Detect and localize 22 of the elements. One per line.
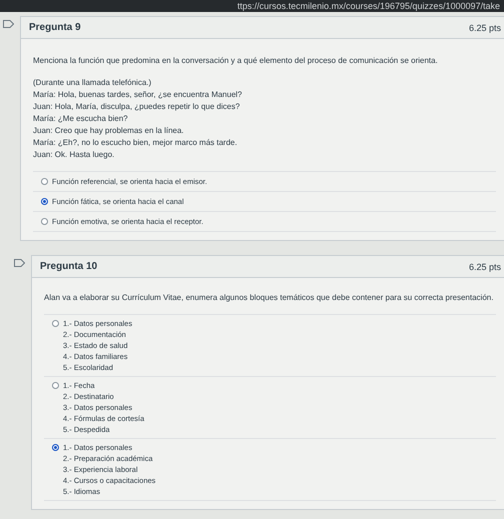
radio-button[interactable] [52, 320, 59, 327]
question-text: Juan: Hola, María, disculpa, ¿puedes repetir lo que dices? [33, 101, 241, 113]
question-text: María: Hola, buenas tardes, señor, ¿se encuentra Manuel? [33, 89, 244, 101]
question-title: Pregunta 10 [40, 261, 98, 272]
question-text: Menciona la función que predomina en la conversación y a qué elemento del proceso de comunicación se orienta. [33, 55, 439, 67]
radio-button[interactable] [52, 444, 59, 451]
radio-button[interactable] [52, 382, 59, 389]
question-points: 6.25 pts [468, 262, 501, 272]
radio-button[interactable] [41, 198, 48, 205]
question-text: María: ¿Eh?, no lo escucho bien, mejor marco más tarde. [33, 137, 238, 149]
flag-icon[interactable] [14, 259, 25, 267]
question-text: (Durante una llamada telefónica.) [33, 77, 152, 89]
question-text: Juan: Ok. Hasta luego. [33, 149, 116, 161]
address-bar-url: ttps://cursos.tecmilenio.mx/courses/196795/quizzes/1000097/take [237, 1, 500, 11]
question-title: Pregunta 9 [29, 22, 81, 33]
question-text: Juan: Creo que hay problemas en la línea. [33, 125, 185, 137]
question-points: 6.25 pts [468, 22, 501, 32]
radio-button[interactable] [41, 178, 48, 185]
question-text: Alan va a elaborar su Currículum Vitae, enumera algunos bloques temáticos que debe contener para su correcta presentación. [44, 292, 494, 304]
question-text: María: ¿Me escucha bien? [33, 113, 129, 125]
flag-icon[interactable] [3, 20, 14, 28]
radio-button[interactable] [41, 218, 48, 225]
